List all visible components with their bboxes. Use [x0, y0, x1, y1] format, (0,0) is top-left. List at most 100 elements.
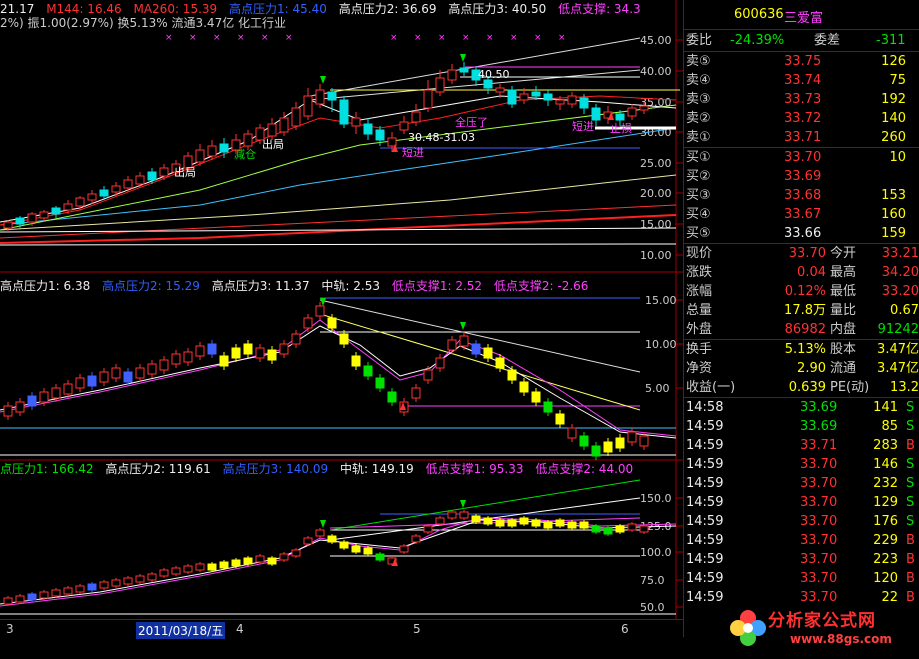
p3-body	[75, 585, 85, 593]
p2-body	[219, 355, 229, 367]
stat-label: 最高	[830, 265, 857, 280]
ma-red-2	[0, 95, 677, 226]
y-tick-label: 100.0	[640, 546, 672, 559]
p2-body	[51, 387, 61, 399]
date-label-1: 3	[6, 622, 14, 636]
stat-value: 91242	[877, 322, 919, 337]
bid-volume: 10	[889, 150, 906, 165]
p2-body	[315, 305, 325, 317]
stat-row: 收益(一) 0.639 PE(动) 13.2	[684, 378, 919, 397]
panel2-l2: 高点压力2: 15.29	[102, 279, 200, 293]
p3-body	[555, 519, 565, 527]
candle-body	[51, 207, 61, 215]
bid-row: 买① 33.70 10	[684, 148, 919, 167]
p2-body	[447, 339, 457, 351]
tick-price: 33.70	[800, 514, 838, 529]
tick-time: 14:59	[686, 590, 724, 605]
bid-label: 买①	[686, 150, 711, 165]
y-tick-label: 10.00	[640, 249, 672, 262]
p3-body	[207, 563, 217, 571]
bid-label: 买③	[686, 188, 711, 203]
tick-time: 14:58	[686, 400, 724, 415]
p2-body	[183, 351, 193, 363]
ask-row: 卖④ 33.74 75	[684, 71, 919, 90]
stat-row: 换手 5.13% 股本 3.47亿	[684, 340, 919, 359]
p3-body	[315, 529, 325, 537]
tick-time: 14:59	[686, 457, 724, 472]
candle-body	[111, 185, 121, 193]
p2-body	[627, 431, 637, 443]
p2-body	[351, 355, 361, 367]
flower-logo-icon	[730, 610, 766, 646]
p3-body	[171, 567, 181, 575]
stat-value: 0.04	[797, 265, 826, 280]
ask-volume: 126	[881, 54, 906, 69]
p2-body	[459, 335, 469, 347]
y-tick-label: 10.00	[645, 338, 677, 351]
candle-body	[279, 117, 289, 133]
p2-body	[507, 369, 517, 381]
tick-row: 14:59 33.70 223 B	[684, 550, 919, 569]
ask-volume: 192	[881, 92, 906, 107]
panel2-l6: 低点支撑2: -2.66	[493, 279, 589, 293]
p2-body	[363, 365, 373, 377]
p2-body	[15, 401, 25, 413]
panel3-header: 点压力1: 166.42 高点压力2: 119.61 高点压力3: 140.09…	[0, 462, 641, 476]
p2-body	[471, 343, 481, 355]
candle-body	[555, 99, 565, 105]
date-selected[interactable]: 2011/03/18/五	[136, 622, 226, 639]
stat-value: 0.639	[788, 380, 826, 395]
kline-chart-area[interactable]: × × × × × × × × × × × × × × 45.00 40.00 35.00 30.00 25.00 2…	[0, 0, 684, 639]
tick-row: 14:59 33.70 232 S	[684, 474, 919, 493]
tick-time: 14:59	[686, 552, 724, 567]
bid-row: 买④ 33.67 160	[684, 205, 919, 224]
p2-body	[171, 353, 181, 365]
candle-body	[243, 133, 253, 147]
p3-body	[507, 519, 517, 527]
tick-list[interactable]: 14:58 33.69 141 S 14:59 33.69 85 S 14:59 33.71 283…	[684, 398, 919, 607]
stat-label: 量比	[830, 303, 857, 318]
ask-label: 卖⑤	[686, 54, 711, 69]
candle-body	[135, 175, 145, 185]
bid-label: 买④	[686, 207, 711, 222]
ask-price: 33.73	[784, 92, 822, 107]
candle-body	[375, 129, 385, 141]
stat-value: 17.8万	[784, 303, 826, 318]
p3-body	[63, 587, 73, 595]
anno-reduce: 减仓	[234, 147, 256, 161]
stat-label: 现价	[686, 246, 713, 261]
tick-row: 14:59 33.70 229 B	[684, 531, 919, 550]
tick-time: 14:59	[686, 533, 724, 548]
tick-price: 33.70	[800, 571, 838, 586]
ask-price: 33.71	[784, 130, 822, 145]
bid-volume: 153	[881, 188, 906, 203]
p2-body	[339, 333, 349, 345]
bid-price: 33.68	[784, 188, 822, 203]
kline-chart-svg[interactable]: × × × × × × × × × × × × × × 45.0040.0035.0030.0025.002…	[0, 0, 684, 637]
p2-body	[327, 317, 337, 329]
p2-body	[63, 383, 73, 395]
y-tick-label: 5.00	[645, 382, 670, 395]
p3-body	[87, 583, 97, 591]
stat-label: 内盘	[830, 322, 857, 337]
ask-label: 卖②	[686, 111, 711, 126]
weicha-label: 委差	[814, 33, 841, 48]
tick-price: 33.69	[800, 400, 838, 415]
p3-body	[183, 565, 193, 573]
p2-body	[159, 359, 169, 371]
stat-row: 总量 17.8万 量比 0.67	[684, 301, 919, 320]
tick-price: 33.70	[800, 533, 838, 548]
p3-body	[495, 519, 505, 527]
tick-time: 14:59	[686, 514, 724, 529]
p3-body	[279, 553, 289, 561]
stat-value: 33.70	[788, 246, 826, 261]
date-axis-bar[interactable]: 3 2011/03/18/五 4 5 6	[0, 619, 684, 639]
quote-panel: 600636 三爱富 委比 -24.39% 委差 -311 卖⑤ 33.75 126…	[684, 0, 919, 659]
stat-value: 34.20	[881, 265, 919, 280]
panel2-l5: 低点支撑1: 2.52	[391, 279, 483, 293]
p3-body	[543, 521, 553, 529]
candle-body	[219, 143, 229, 153]
stat-label: 股本	[830, 342, 857, 357]
stat-label: 收益(一)	[686, 380, 736, 395]
anno-price: 40.50	[478, 68, 510, 81]
